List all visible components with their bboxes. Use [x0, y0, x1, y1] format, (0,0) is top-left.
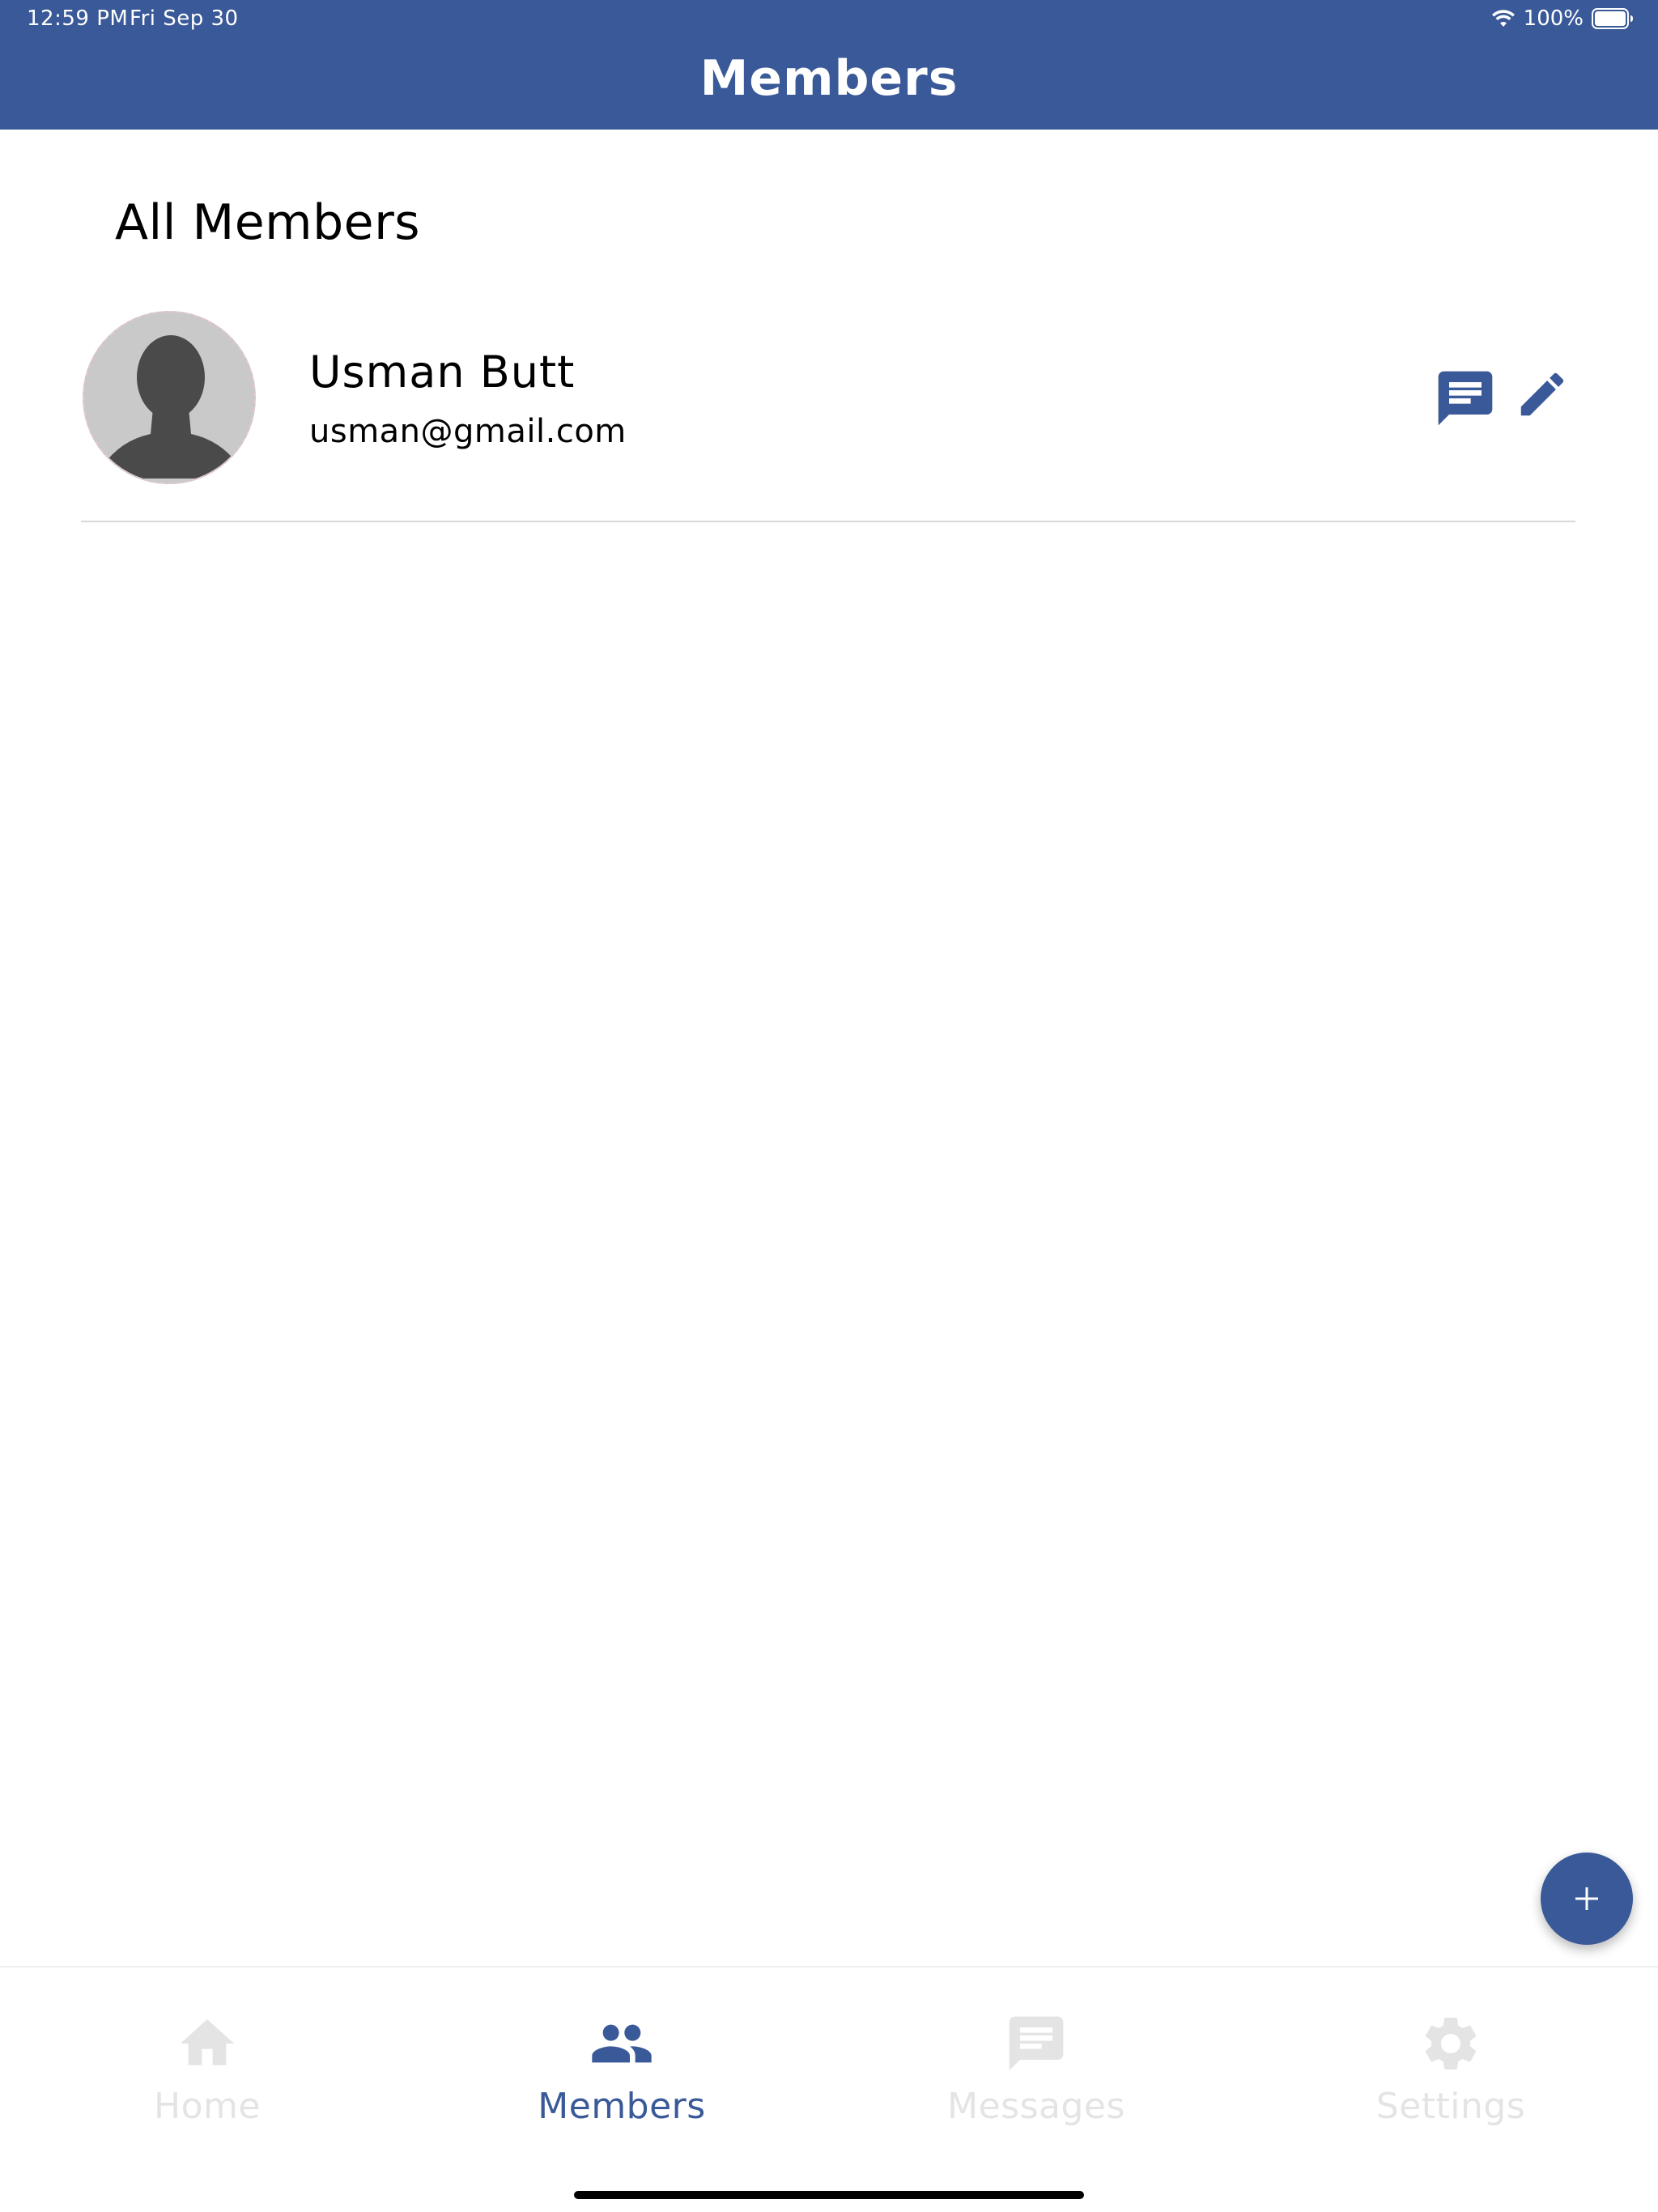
wifi-icon [1491, 9, 1516, 28]
tab-members[interactable]: Members [414, 2011, 829, 2141]
member-name: Usman Butt [309, 347, 576, 398]
section-title: All Members [115, 194, 421, 251]
settings-icon [1425, 2018, 1477, 2069]
chat-icon [1438, 371, 1493, 426]
tab-bar: Home Members Messages Settings [0, 1966, 1658, 2212]
battery-icon [1592, 8, 1634, 29]
pencil-icon [1520, 372, 1564, 416]
members-icon [592, 2024, 652, 2063]
messages-icon [1009, 2016, 1064, 2071]
members-screen: 12:59 PM Fri Sep 30 100% Members All Mem… [0, 0, 1658, 2212]
battery-percentage: 100% [1523, 6, 1584, 31]
member-email: usman@gmail.com [309, 413, 627, 450]
avatar [83, 311, 256, 484]
plus-icon [1575, 1887, 1598, 1910]
tab-messages[interactable]: Messages [829, 2011, 1244, 2141]
tab-messages-label: Messages [947, 2086, 1125, 2127]
home-icon [180, 2019, 235, 2065]
tab-home[interactable]: Home [0, 2011, 414, 2141]
message-member-button[interactable] [1433, 366, 1498, 431]
add-member-button[interactable] [1541, 1853, 1633, 1945]
member-list-item[interactable]: Usman Butt usman@gmail.com [81, 308, 1575, 522]
tab-settings-label: Settings [1375, 2086, 1526, 2127]
tab-home-label: Home [154, 2086, 261, 2127]
page-title: Members [699, 50, 959, 107]
header-bar: 12:59 PM Fri Sep 30 100% Members [0, 0, 1658, 130]
status-time: 12:59 PM [27, 6, 129, 31]
tab-members-label: Members [538, 2086, 706, 2127]
status-date: Fri Sep 30 [130, 6, 239, 31]
edit-member-button[interactable] [1514, 366, 1571, 423]
status-indicators: 100% [1491, 5, 1634, 32]
tab-settings[interactable]: Settings [1244, 2011, 1658, 2141]
home-indicator [574, 2191, 1084, 2199]
